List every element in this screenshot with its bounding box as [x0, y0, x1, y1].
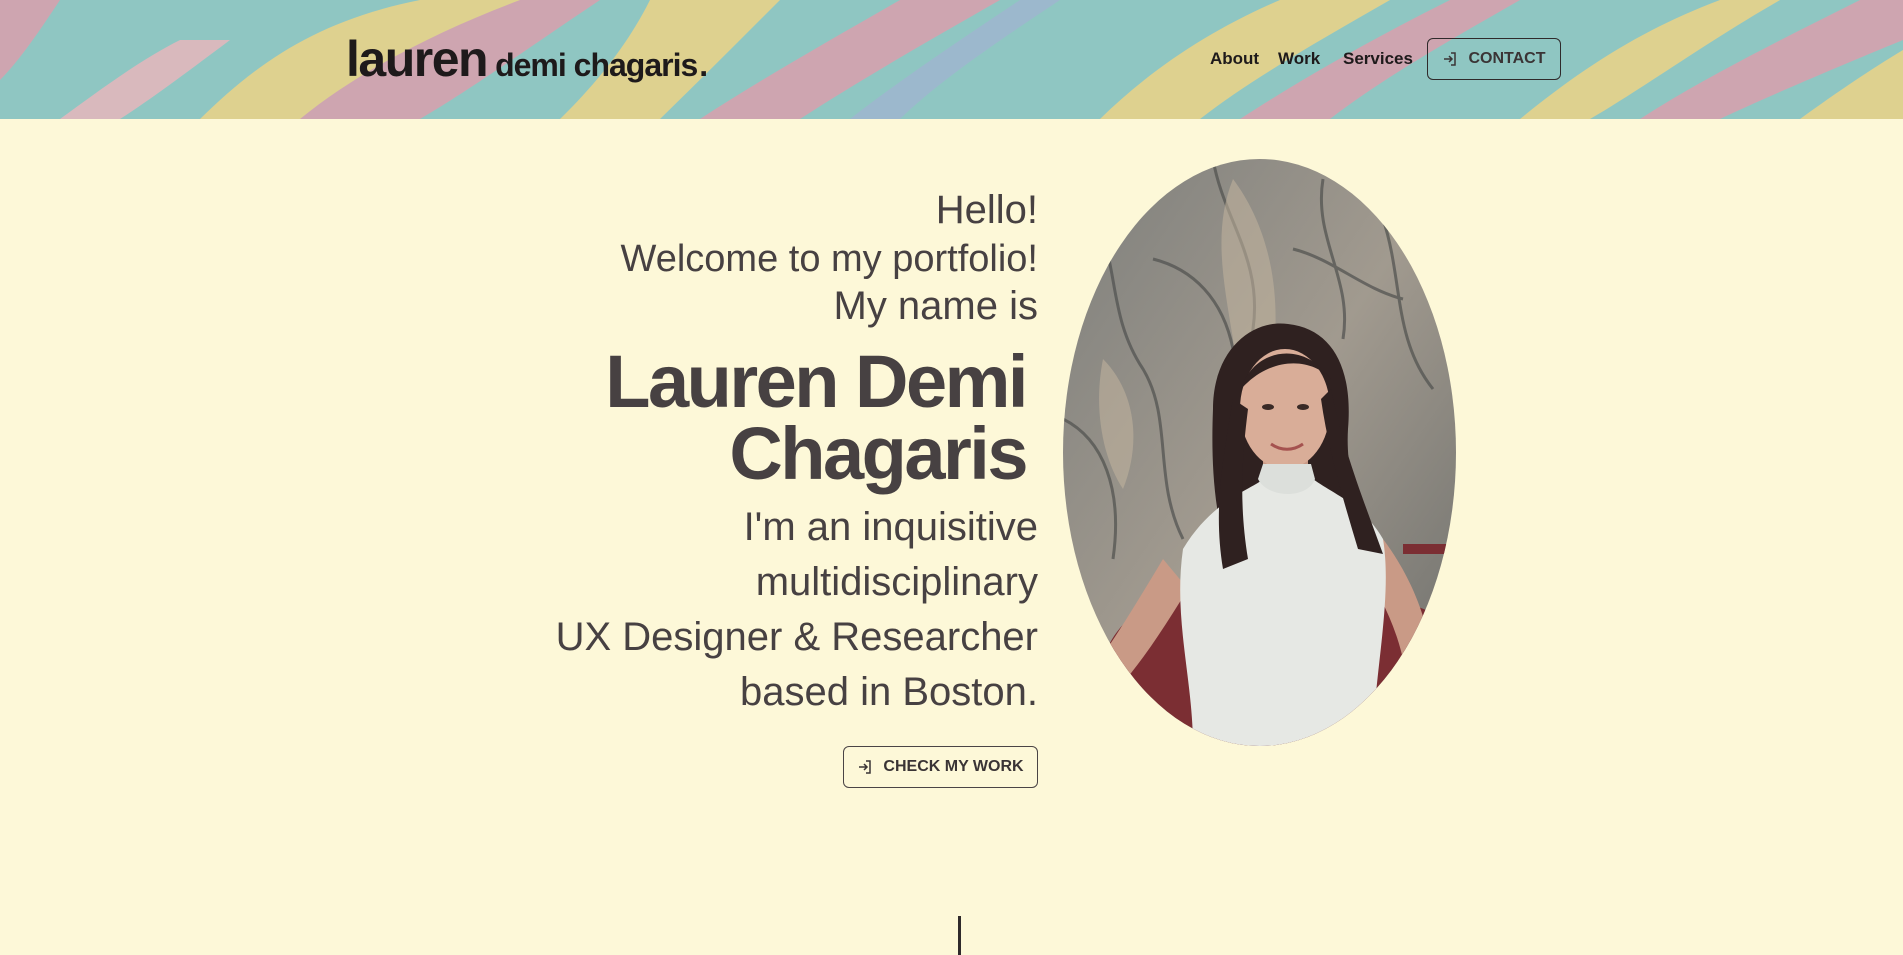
hero-description-line: I'm an inquisitive	[743, 505, 1038, 549]
hero-intro: Hello! Welcome to my portfolio! My name …	[556, 184, 1038, 720]
check-my-work-label: CHECK MY WORK	[883, 758, 1024, 775]
portrait-photo	[1063, 159, 1456, 746]
check-my-work-button[interactable]: CHECK MY WORK	[843, 746, 1038, 788]
hero-name-line-2: Chagaris	[729, 412, 1028, 495]
nav-link-work[interactable]: Work	[1278, 49, 1320, 69]
hero-name: Lauren Demi Chagaris	[556, 340, 1028, 495]
main-nav: About Work Services CONTACT	[0, 38, 1903, 80]
hero-description-line: multidisciplinary	[755, 560, 1038, 604]
scroll-indicator	[958, 916, 961, 955]
hero-welcome: Welcome to my portfolio!	[620, 238, 1038, 280]
contact-button-label: CONTACT	[1468, 50, 1546, 67]
contact-button[interactable]: CONTACT	[1427, 38, 1561, 80]
site-header: lauren demi chagaris . About Work Servic…	[0, 0, 1903, 119]
hero-description-line: UX Designer & Researcher	[555, 615, 1038, 659]
hero-name-line-1: Lauren Demi	[605, 340, 1028, 423]
sign-in-icon	[859, 760, 872, 774]
nav-link-services[interactable]: Services	[1343, 49, 1413, 69]
nav-link-about[interactable]: About	[1210, 49, 1259, 69]
hero-description-line: based in Boston.	[740, 670, 1038, 714]
portrait-illustration	[1063, 159, 1456, 746]
hero-intro-text: My name is	[833, 284, 1039, 328]
hero-greeting: Hello!	[935, 188, 1038, 232]
sign-in-icon	[1444, 52, 1457, 66]
hero-description: I'm an inquisitive multidisciplinary UX …	[556, 500, 1038, 720]
